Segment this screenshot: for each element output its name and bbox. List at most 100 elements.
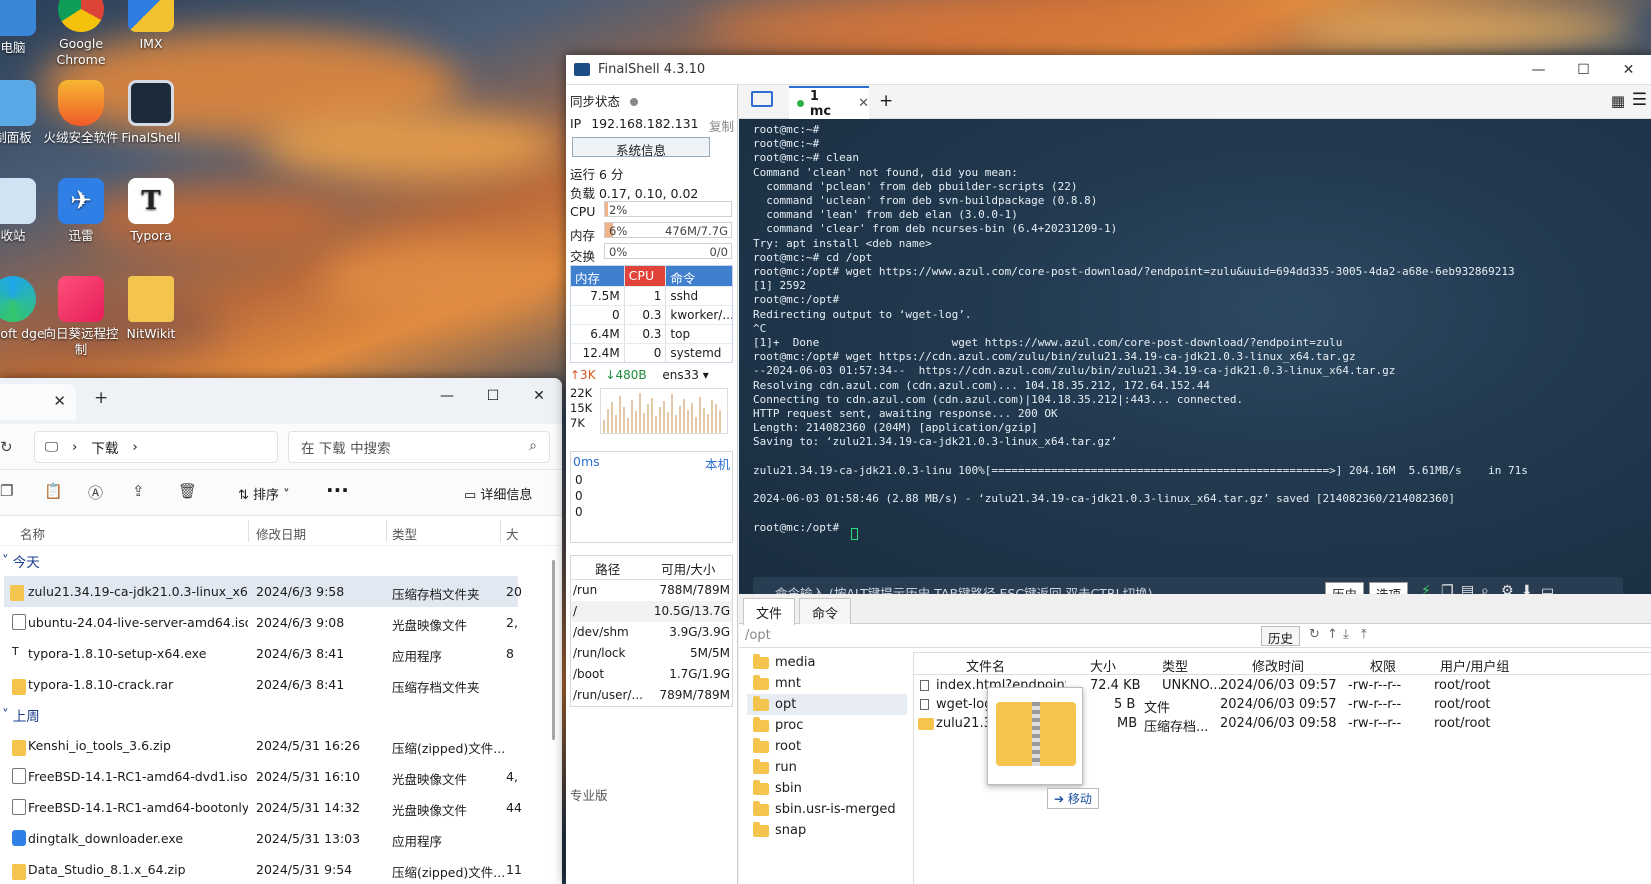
sort-button[interactable]: ⇅ 排序 ˅ bbox=[238, 484, 290, 503]
net-bar bbox=[691, 403, 693, 433]
folder-open-icon[interactable] bbox=[751, 91, 773, 107]
tree-item[interactable]: sbin bbox=[747, 778, 907, 799]
process-row[interactable]: 7.5M 1 sshd bbox=[571, 286, 732, 305]
search-input[interactable]: 在 下载 中搜索 ⌕ bbox=[288, 431, 550, 463]
desktop-icon-typora[interactable]: T Typora bbox=[108, 178, 194, 244]
explorer-tab[interactable]: ✕ bbox=[0, 384, 76, 420]
breadcrumb[interactable]: 🖵 › 下载 › bbox=[34, 431, 278, 463]
maximize-icon[interactable]: ☐ bbox=[1561, 55, 1606, 85]
file-row[interactable]: Data_Studio_8.1.x_64.zip 2024/5/31 9:54 … bbox=[0, 854, 562, 884]
file-row[interactable]: FreeBSD-14.1-RC1-amd64-bootonly.i... 202… bbox=[0, 792, 562, 823]
minimize-icon[interactable]: — bbox=[424, 378, 470, 414]
net-bar bbox=[719, 411, 721, 433]
folder-icon bbox=[753, 653, 769, 669]
net-bar bbox=[683, 398, 685, 433]
file-row[interactable]: zulu21.34.19-ca-jdk21.0.3-linux_x64.ta..… bbox=[4, 576, 522, 607]
grid-view-icon[interactable]: ▦ bbox=[1611, 92, 1625, 110]
minimize-icon[interactable]: — bbox=[1516, 55, 1561, 85]
tree-item[interactable]: mnt bbox=[747, 673, 907, 694]
desktop-icon-finalshell[interactable]: FinalShell bbox=[108, 80, 194, 146]
close-tab-icon[interactable]: ✕ bbox=[53, 392, 66, 410]
sunlogin-icon bbox=[58, 276, 104, 322]
process-row[interactable]: 0 0.3 kworker/... bbox=[571, 305, 732, 324]
up-directory-icon[interactable]: ↑ bbox=[1327, 627, 1338, 642]
copy-ip-button[interactable]: 复制 bbox=[709, 116, 734, 135]
desktop-icon-imx[interactable]: IMX bbox=[108, 0, 194, 52]
column-name[interactable]: 名称 bbox=[20, 524, 45, 543]
menu-icon[interactable]: ☰ bbox=[1632, 90, 1647, 110]
add-tab-icon[interactable]: + bbox=[879, 91, 893, 111]
upload-icon[interactable]: ⤒ bbox=[1361, 627, 1367, 642]
tab-files[interactable]: 文件 bbox=[743, 598, 796, 625]
tree-item[interactable]: proc bbox=[747, 715, 907, 736]
process-row[interactable]: 6.4M 0.3 top bbox=[571, 324, 732, 343]
close-icon[interactable]: ✕ bbox=[1606, 55, 1651, 85]
disc-image-icon bbox=[12, 768, 26, 784]
disk-row[interactable]: /run 788M/789M bbox=[571, 580, 732, 601]
share-icon[interactable]: ⇪ bbox=[132, 482, 145, 500]
close-tab-icon[interactable]: ✕ bbox=[858, 96, 869, 111]
column-modified[interactable]: 修改日期 bbox=[256, 524, 306, 543]
copy-icon[interactable]: ❐ bbox=[0, 482, 13, 500]
paste-icon[interactable]: 📋 bbox=[44, 482, 63, 500]
file-row[interactable]: dingtalk_downloader.exe 2024/5/31 13:03 … bbox=[0, 823, 562, 854]
disc-image-icon bbox=[12, 799, 26, 815]
path-history-button[interactable]: 历史 bbox=[1261, 626, 1301, 646]
disk-row[interactable]: /dev/shm 3.9G/3.9G bbox=[571, 622, 732, 643]
column-headers: 名称 修改日期 类型 大 bbox=[0, 516, 562, 546]
chevron-down-icon[interactable]: ▾ bbox=[703, 368, 709, 382]
net-interface[interactable]: ens33 bbox=[662, 368, 699, 382]
ip-address: 192.168.182.131 bbox=[591, 116, 699, 131]
typora-icon: T bbox=[128, 178, 174, 224]
tab-commands[interactable]: 命令 bbox=[799, 598, 852, 624]
refresh-icon[interactable]: ↻ bbox=[1309, 627, 1320, 642]
desktop-icon-nitwikit[interactable]: NitWikit bbox=[108, 276, 194, 342]
latency-host[interactable]: 本机 bbox=[705, 454, 730, 473]
disk-row[interactable]: /boot 1.7G/1.9G bbox=[571, 664, 732, 685]
close-icon[interactable]: ✕ bbox=[516, 378, 562, 414]
net-bar bbox=[639, 393, 641, 433]
file-row[interactable]: Kenshi_io_tools_3.6.zip 2024/5/31 16:26 … bbox=[0, 730, 562, 761]
tree-item[interactable]: media bbox=[747, 652, 907, 673]
net-bar bbox=[679, 405, 681, 433]
tree-item[interactable]: sbin.usr-is-merged bbox=[747, 799, 907, 820]
disk-row[interactable]: /run/user/... 789M/789M bbox=[571, 685, 732, 706]
delete-icon[interactable]: 🗑 bbox=[178, 482, 197, 500]
tree-item[interactable]: root bbox=[747, 736, 907, 757]
file-row[interactable]: T typora-1.8.10-setup-x64.exe 2024/6/3 8… bbox=[0, 638, 562, 669]
net-bar bbox=[687, 410, 689, 433]
net-bar bbox=[619, 395, 621, 433]
more-options-icon[interactable]: ··· bbox=[326, 478, 349, 502]
rename-icon[interactable]: Ⓐ bbox=[88, 482, 103, 503]
command-bar: ❐ 📋 Ⓐ ⇪ 🗑 ⇅ 排序 ˅ ··· ▭ 详细信息 bbox=[0, 470, 562, 516]
tree-item[interactable]: opt bbox=[747, 694, 907, 715]
sysinfo-button[interactable]: 系统信息 bbox=[572, 137, 710, 158]
edge-icon bbox=[0, 276, 36, 322]
download-icon[interactable]: ⤓ bbox=[1343, 627, 1349, 642]
current-path-input[interactable]: /opt bbox=[745, 628, 771, 643]
group-header-last-week[interactable]: ˅ 上周 bbox=[0, 700, 562, 730]
breadcrumb-downloads[interactable]: 下载 bbox=[91, 437, 118, 457]
new-tab-icon[interactable]: + bbox=[94, 388, 108, 408]
column-size[interactable]: 大 bbox=[506, 524, 519, 543]
refresh-icon[interactable]: ↻ bbox=[0, 438, 13, 456]
folder-icon bbox=[753, 674, 769, 690]
disk-row[interactable]: /10.5G/13.7G bbox=[571, 601, 732, 622]
process-row[interactable]: 12.4M 0 systemd bbox=[571, 343, 732, 362]
tree-item[interactable]: run bbox=[747, 757, 907, 778]
cpu-usage-bar: 2% bbox=[604, 201, 732, 217]
disk-row[interactable]: /run/lock 5M/5M bbox=[571, 643, 732, 664]
session-tab[interactable]: 1 mc ✕ bbox=[789, 86, 869, 119]
explorer-scrollbar[interactable] bbox=[552, 560, 555, 740]
file-row[interactable]: typora-1.8.10-crack.rar 2024/6/3 8:41 压缩… bbox=[0, 669, 562, 700]
terminal[interactable]: root@mc:~# root@mc:~# root@mc:~# clean C… bbox=[739, 119, 1651, 594]
file-row[interactable]: FreeBSD-14.1-RC1-amd64-dvd1.iso 2024/5/3… bbox=[0, 761, 562, 792]
net-axis: 22K 15K 7K bbox=[570, 386, 593, 430]
file-row[interactable]: ubuntu-24.04-live-server-amd64.iso 2024/… bbox=[0, 607, 562, 638]
zip-folder-icon bbox=[10, 585, 24, 601]
tree-item[interactable]: snap bbox=[747, 820, 907, 841]
column-type[interactable]: 类型 bbox=[392, 524, 417, 543]
group-header-today[interactable]: ˅ 今天 bbox=[0, 546, 562, 576]
maximize-icon[interactable]: ☐ bbox=[470, 378, 516, 414]
details-button[interactable]: ▭ 详细信息 bbox=[464, 484, 532, 503]
